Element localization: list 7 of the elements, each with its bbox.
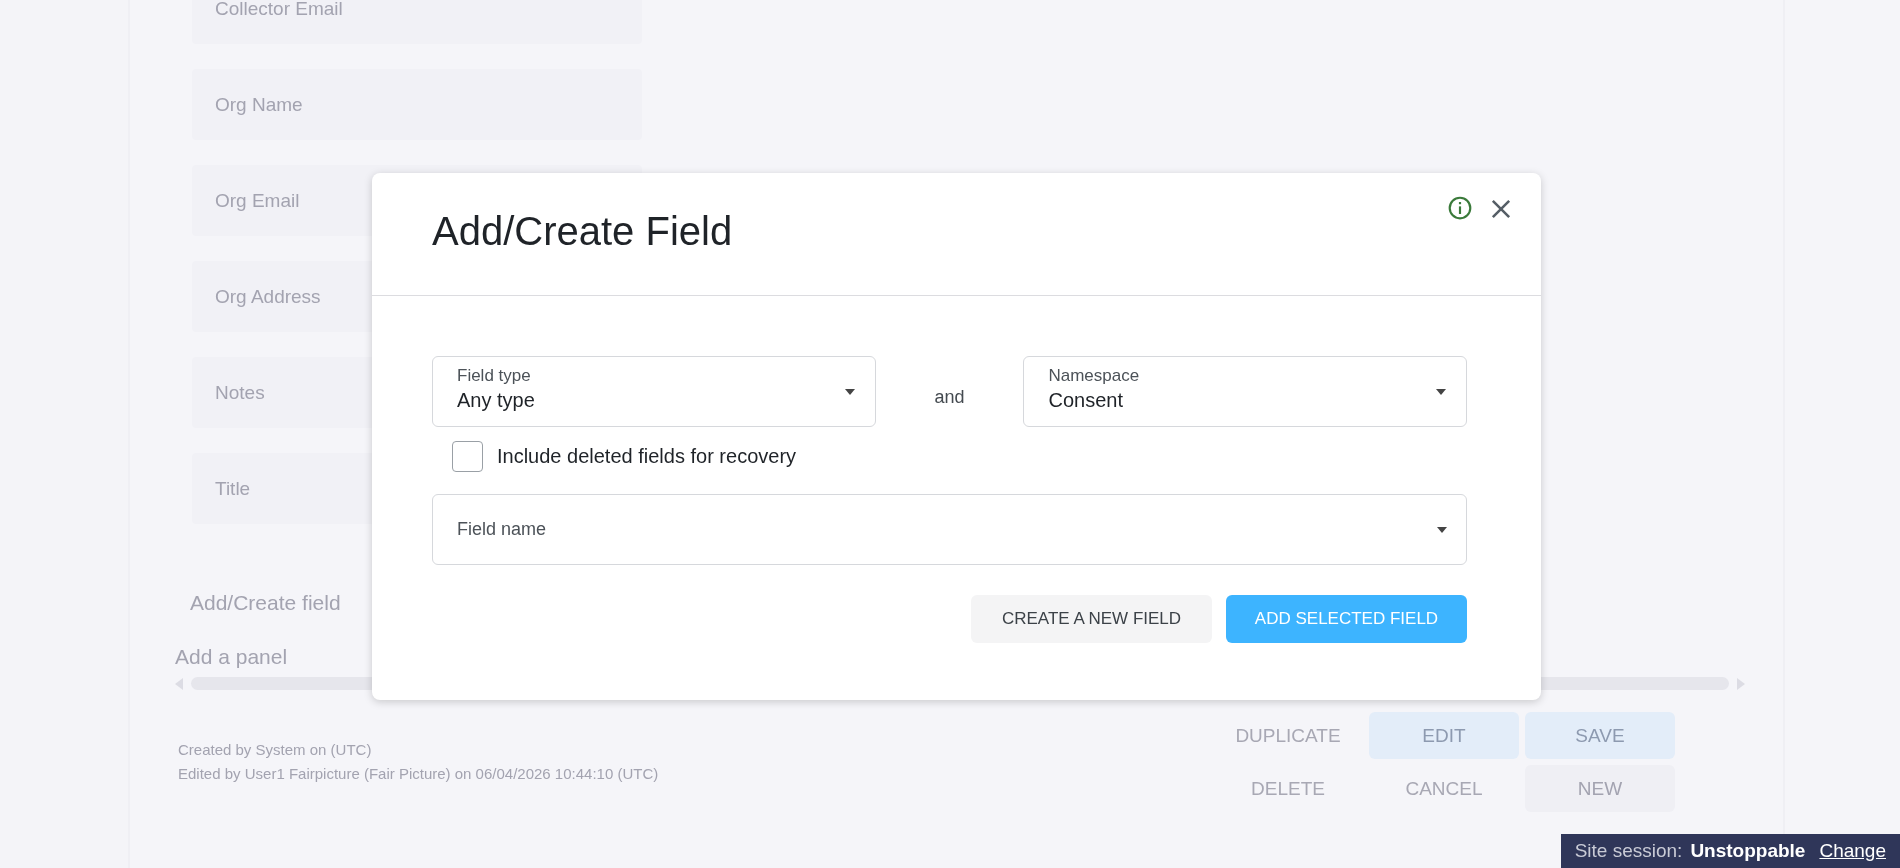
created-info: Created by System on (UTC)	[178, 740, 373, 760]
edited-info: Edited by User1 Fairpicture (Fair Picture) on 06/04/2026 10:44:10 (UTC)	[178, 764, 659, 784]
dialog-title: Add/Create Field	[432, 209, 733, 254]
add-panel-label: Add a panel	[175, 645, 289, 669]
session-label: Site session:	[1574, 840, 1683, 862]
and-label: and	[933, 387, 966, 408]
session-value: Unstoppable	[1690, 840, 1806, 862]
